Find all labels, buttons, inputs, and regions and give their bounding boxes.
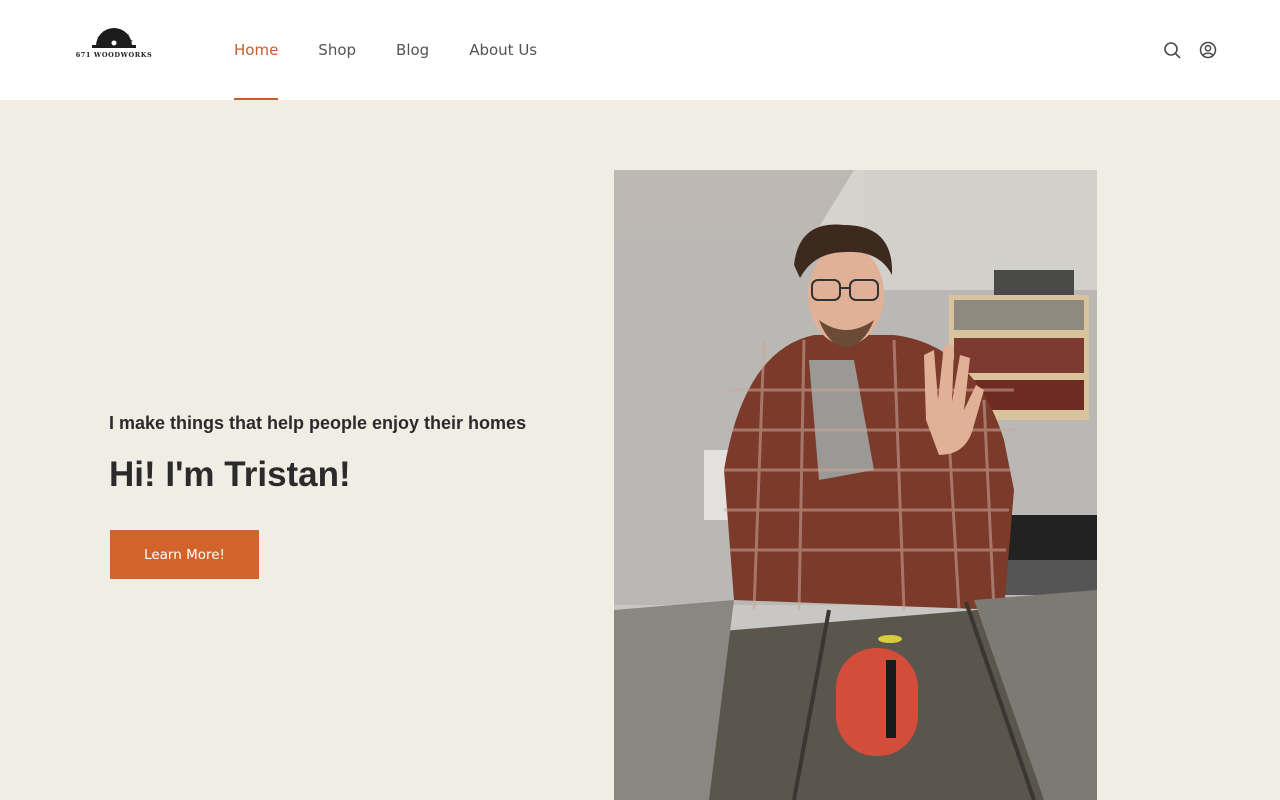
learn-more-button[interactable]: Learn More!: [110, 530, 259, 579]
hero-text: I make things that help people enjoy the…: [109, 412, 589, 496]
search-icon[interactable]: [1162, 40, 1182, 60]
account-icon[interactable]: [1198, 40, 1218, 60]
saw-blade-logo-icon: [92, 28, 136, 48]
hero-headline: Hi! I'm Tristan!: [109, 455, 351, 494]
header-actions: [1162, 40, 1218, 60]
site-header: 671 WOODWORKS Home Shop Blog About Us: [0, 0, 1280, 100]
nav-about-us[interactable]: About Us: [469, 0, 537, 100]
hero-subtitle: I make things that help people enjoy the…: [109, 413, 527, 433]
site-logo[interactable]: 671 WOODWORKS: [74, 28, 154, 62]
hero-photo: [614, 170, 1097, 800]
nav-home[interactable]: Home: [234, 0, 279, 100]
main-nav: Home Shop Blog About Us: [234, 0, 577, 100]
nav-blog[interactable]: Blog: [396, 0, 429, 100]
logo-wordmark: 671 WOODWORKS: [75, 51, 153, 59]
nav-shop[interactable]: Shop: [318, 0, 356, 100]
